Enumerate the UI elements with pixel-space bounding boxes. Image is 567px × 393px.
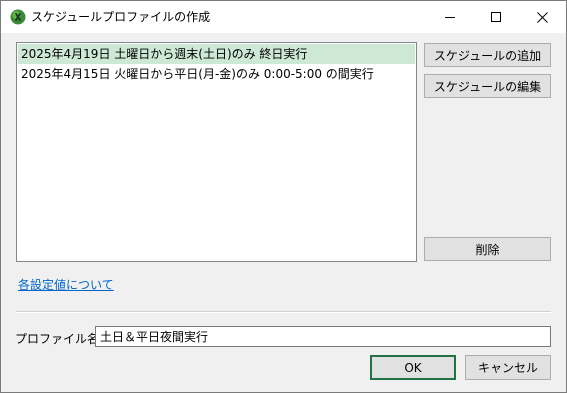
divider: [16, 311, 551, 313]
close-button[interactable]: [519, 1, 565, 33]
schedule-list[interactable]: 2025年4月19日 土曜日から週末(土日)のみ 終日実行 2025年4月15日…: [16, 42, 417, 262]
schedule-list-item[interactable]: 2025年4月15日 火曜日から平日(月-金)のみ 0:00-5:00 の間実行: [18, 64, 415, 84]
profile-name-input[interactable]: [95, 326, 551, 347]
dialog-window: スケジュールプロファイルの作成 2025年4月19日 土曜日から週末(土日)のみ…: [0, 0, 567, 393]
settings-help-link[interactable]: 各設定値について: [18, 276, 114, 293]
add-schedule-button[interactable]: スケジュールの追加: [424, 43, 551, 67]
delete-schedule-button[interactable]: 削除: [424, 237, 551, 261]
schedule-list-item[interactable]: 2025年4月19日 土曜日から週末(土日)のみ 終日実行: [18, 44, 415, 64]
edit-schedule-button[interactable]: スケジュールの編集: [424, 74, 551, 98]
title-bar[interactable]: スケジュールプロファイルの作成: [1, 1, 566, 33]
ok-button[interactable]: OK: [370, 355, 456, 380]
maximize-button[interactable]: [473, 1, 519, 33]
excel-x-icon: [10, 9, 26, 25]
maximize-icon: [491, 12, 501, 22]
minimize-icon: [445, 17, 455, 18]
cancel-button[interactable]: キャンセル: [465, 355, 551, 380]
minimize-button[interactable]: [427, 1, 473, 33]
profile-name-label: プロファイル名: [15, 332, 100, 346]
window-title: スケジュールプロファイルの作成: [31, 10, 211, 24]
close-icon: [536, 11, 548, 23]
